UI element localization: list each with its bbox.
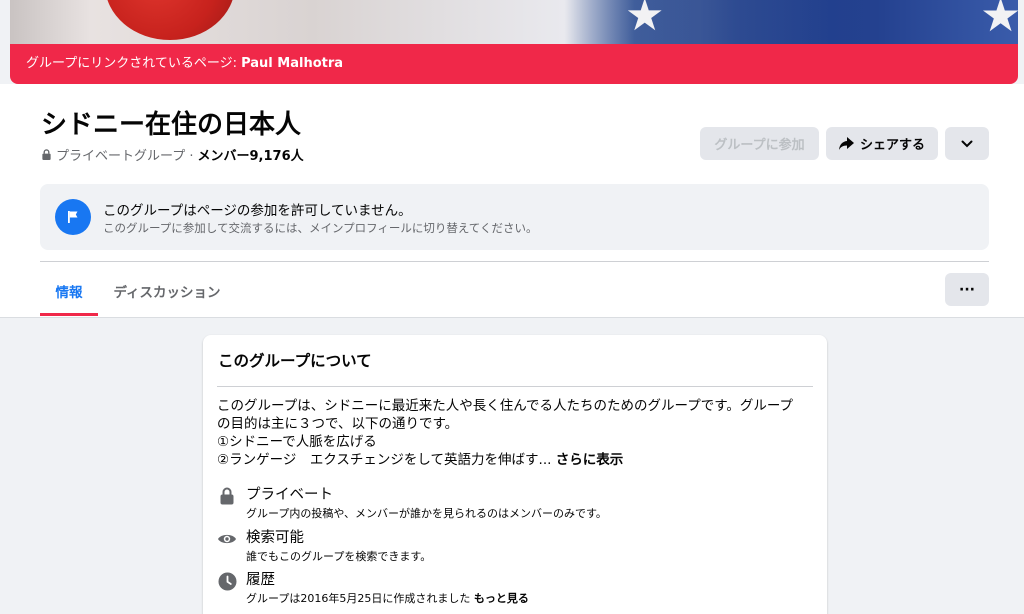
clock-icon [217, 571, 237, 591]
cover-star-icon: ★ [980, 0, 1018, 42]
notice-title: このグループはページの参加を許可していません。 [103, 203, 412, 219]
eye-icon [217, 529, 237, 549]
header-divider [40, 261, 989, 262]
lock-icon [42, 149, 51, 160]
group-header: シドニー在住の日本人 プライベートグループ · メンバー9,176人 グループに… [0, 84, 1024, 318]
visibility-title: 検索可能 [246, 530, 304, 546]
description-line: ①シドニーで人脈を広げる [217, 434, 377, 450]
description-line: の目的は主に３つで、以下の通りです。 [217, 416, 459, 432]
tab-more-button[interactable]: ··· [945, 273, 989, 306]
privacy-detail: グループ内の投稿や、メンバーが誰かを見られるのはメンバーのみです。 [246, 507, 607, 520]
join-group-button[interactable]: グループに参加 [700, 127, 819, 160]
share-button[interactable]: シェアする [826, 127, 938, 160]
page-join-notice: このグループはページの参加を許可していません。 このグループに参加して交流するに… [40, 184, 989, 250]
about-card: このグループについて このグループは、シドニーに最近来た人や長く住んでる人たちの… [203, 335, 827, 614]
tab-about[interactable]: 情報 [40, 274, 98, 316]
share-arrow-icon [838, 137, 854, 150]
cover-photo: ★ ★ [10, 0, 1018, 44]
card-divider [217, 386, 813, 387]
group-meta: プライベートグループ · メンバー9,176人 [41, 145, 304, 164]
group-description: このグループは、シドニーに最近来た人や長く住んでる人たちのためのグループです。グ… [217, 397, 817, 469]
share-label: シェアする [859, 138, 925, 153]
visibility-detail: 誰でもこのグループを検索できます。 [246, 550, 432, 563]
lock-icon [217, 486, 237, 506]
cover-flag-circle [105, 0, 235, 40]
more-options-button[interactable] [945, 127, 989, 160]
history-detail: グループは2016年5月25日に作成されました もっと見る [246, 592, 529, 605]
member-count[interactable]: メンバー9,176人 [198, 145, 304, 164]
history-see-more-link[interactable]: もっと見る [474, 592, 529, 605]
privacy-label: プライベートグループ · [56, 149, 194, 164]
cover-star-icon: ★ [625, 0, 665, 41]
description-line: ②ランゲージ エクスチェンジをして英語力を伸ばす... さらに表示 [217, 452, 624, 468]
flag-icon [55, 199, 91, 235]
privacy-title: プライベート [246, 487, 333, 503]
notice-subtitle: このグループに参加して交流するには、メインプロフィールに切り替えてください。 [103, 221, 538, 235]
description-line: このグループは、シドニーに最近来た人や長く住んでる人たちのためのグループです。グ… [217, 398, 794, 414]
see-more-link[interactable]: さらに表示 [556, 452, 624, 468]
group-title: シドニー在住の日本人 [41, 110, 302, 140]
linked-page-name[interactable]: Paul Malhotra [241, 56, 343, 71]
chevron-down-icon [961, 140, 973, 147]
linked-page-prefix: グループにリンクされているページ: [26, 56, 242, 71]
linked-page-banner[interactable]: グループにリンクされているページ: Paul Malhotra [10, 44, 1018, 84]
tab-discussion[interactable]: ディスカッション [104, 274, 230, 316]
history-title: 履歴 [246, 572, 275, 588]
about-heading: このグループについて [218, 352, 372, 370]
